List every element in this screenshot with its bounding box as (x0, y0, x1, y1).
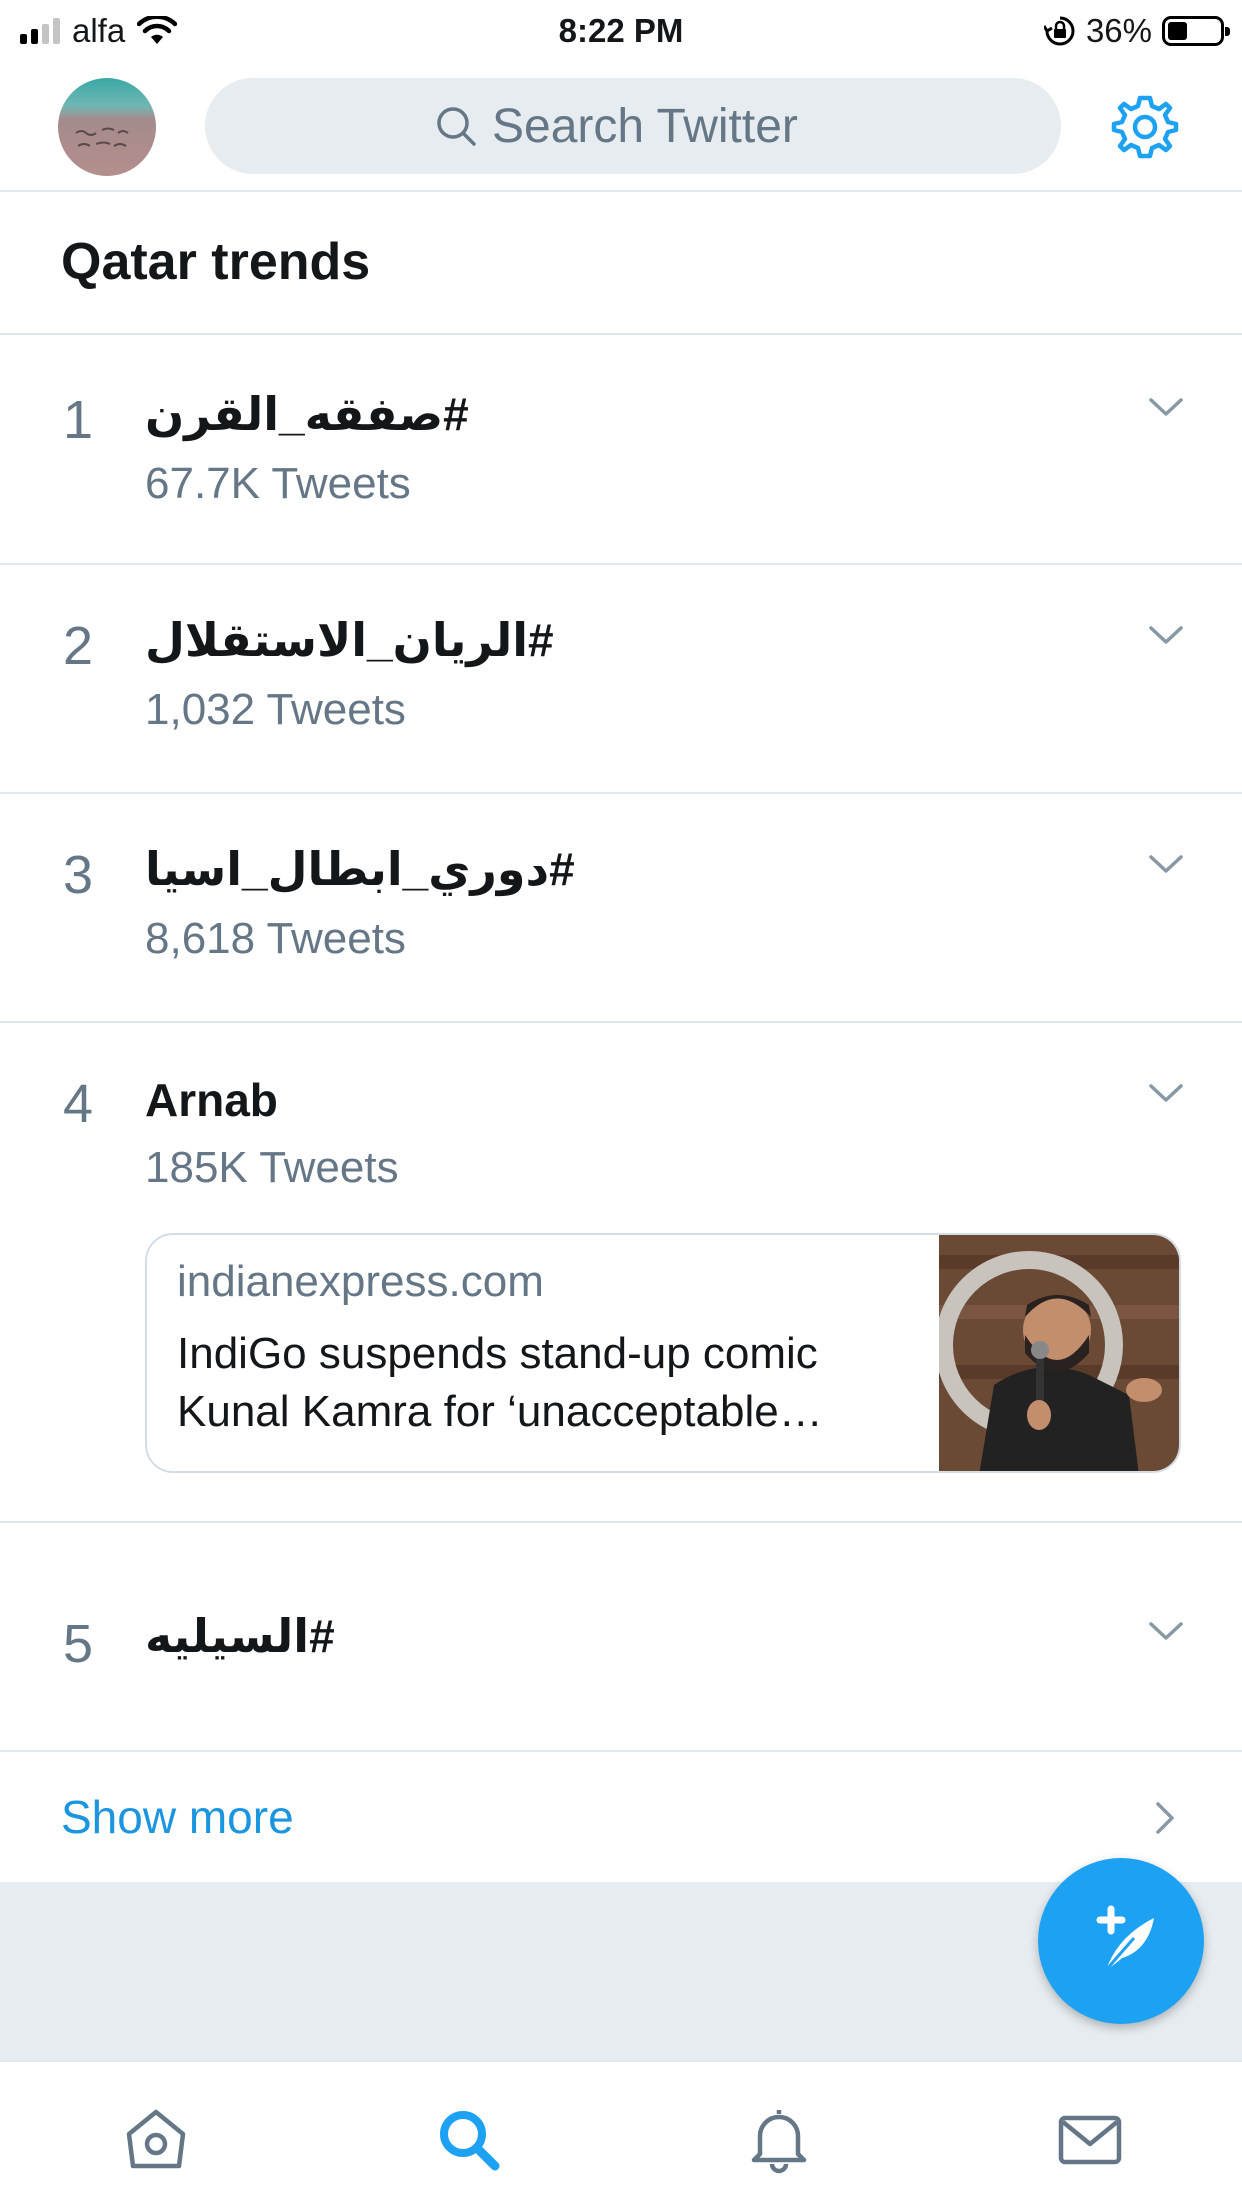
news-source: indianexpress.com (177, 1257, 544, 1306)
trend-item[interactable]: 1 #صفقه_القرن 67.7K Tweets (0, 337, 1242, 565)
chevron-down-icon[interactable] (1148, 1075, 1184, 1111)
battery-icon (1162, 16, 1230, 46)
chevron-down-icon[interactable] (1148, 1613, 1184, 1649)
twitter-explore-screen: alfa 8:22 PM 36% Search Twitter Qatar tr… (0, 0, 1242, 2208)
search-icon (437, 107, 476, 146)
trend-name: #دوري_ابطال_اسيا (145, 843, 575, 895)
trend-tweet-count: 8,618 Tweets (145, 914, 406, 963)
search-icon[interactable] (433, 2104, 503, 2174)
chevron-down-icon[interactable] (1148, 846, 1184, 882)
news-headline: IndiGo suspends stand-up comic Kunal Kam… (177, 1329, 823, 1436)
news-thumbnail (939, 1235, 1179, 1471)
mail-icon[interactable] (1055, 2104, 1125, 2174)
trend-item[interactable]: 2 #الريان_الاستقلال 1,032 Tweets (0, 565, 1242, 794)
search-field[interactable] (205, 78, 1061, 174)
trend-rank: 4 (63, 1074, 94, 1134)
search-input[interactable] (492, 98, 832, 154)
chevron-right-icon (1156, 1802, 1174, 1834)
trend-item[interactable]: 4 Arnab 185K Tweets indianexpress.com In… (0, 1023, 1242, 1523)
trend-name: #صفقه_القرن (145, 388, 469, 440)
trend-name: #السيليه (145, 1610, 335, 1662)
news-card[interactable]: indianexpress.com IndiGo suspends stand-… (145, 1233, 1181, 1473)
page-title: Qatar trends (61, 233, 371, 291)
trend-tweet-count: 185K Tweets (145, 1143, 399, 1192)
trend-tweet-count: 67.7K Tweets (145, 459, 411, 508)
trend-rank: 1 (63, 390, 94, 450)
status-bar: alfa 8:22 PM 36% (0, 0, 1242, 62)
trend-item[interactable]: 5 #السيليه (0, 1523, 1242, 1752)
avatar[interactable] (58, 78, 156, 176)
rotation-lock-icon (1043, 16, 1075, 46)
gear-icon[interactable] (1110, 92, 1180, 162)
trend-item[interactable]: 3 #دوري_ابطال_اسيا 8,618 Tweets (0, 794, 1242, 1023)
trend-rank: 3 (63, 845, 94, 905)
home-icon[interactable] (121, 2104, 191, 2174)
trend-name: Arnab (145, 1074, 278, 1126)
compose-tweet-button[interactable] (1038, 1858, 1204, 2024)
top-navigation (0, 62, 1242, 192)
trend-rank: 2 (63, 616, 94, 676)
trend-name: #الريان_الاستقلال (145, 614, 554, 666)
trend-tweet-count: 1,032 Tweets (145, 685, 406, 734)
chevron-down-icon[interactable] (1148, 389, 1184, 425)
compose-icon (1096, 1905, 1154, 1971)
bell-icon[interactable] (744, 2104, 814, 2174)
section-header: Qatar trends (0, 192, 1242, 335)
battery-percent: 36% (1085, 12, 1152, 49)
show-more-label: Show more (61, 1791, 294, 1843)
trend-rank: 5 (63, 1614, 94, 1674)
chevron-down-icon[interactable] (1148, 617, 1184, 653)
bottom-tab-bar (0, 2060, 1242, 2208)
